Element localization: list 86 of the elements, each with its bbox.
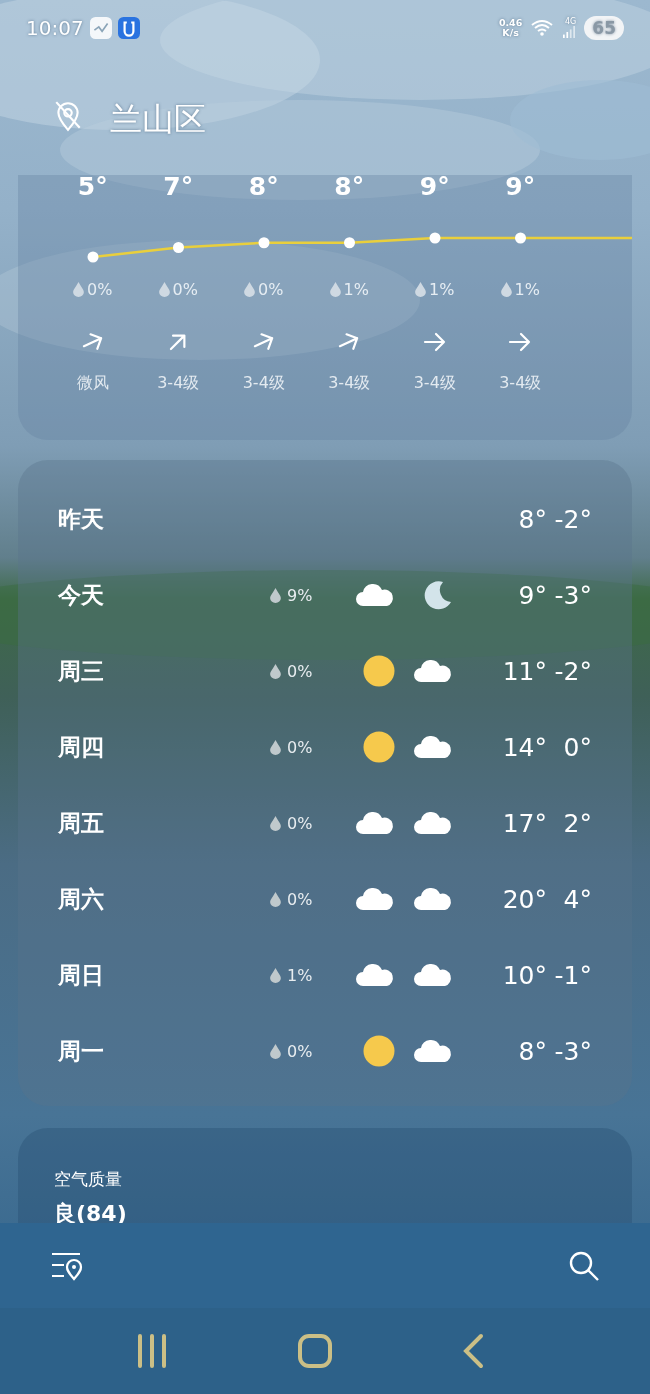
precipitation-chance: 0%	[287, 661, 313, 681]
cloud-icon	[355, 963, 395, 987]
hourly-temperature: 8°	[247, 173, 280, 201]
raindrop-icon	[270, 891, 281, 907]
sun-icon	[363, 1035, 395, 1067]
hourly-temperature: 9°	[418, 173, 451, 201]
raindrop-icon	[270, 815, 281, 831]
high-temperature: 14°	[501, 732, 547, 762]
raindrop-icon	[73, 281, 85, 297]
network-speed: 0.46 K/s	[498, 18, 523, 38]
low-temperature: -3°	[553, 1036, 592, 1066]
precipitation-chance: 0%	[287, 889, 313, 909]
low-temperature: -2°	[553, 504, 592, 534]
air-quality-label: 空气质量	[54, 1168, 122, 1191]
day-label: 昨天	[58, 504, 105, 534]
day-label: 今天	[58, 580, 105, 610]
precipitation-chance: 1%	[287, 965, 313, 985]
day-label: 周五	[58, 808, 105, 838]
cloud-icon	[413, 811, 453, 835]
cloud-icon	[413, 963, 453, 987]
low-temperature: 2°	[562, 808, 592, 838]
low-temperature: -3°	[553, 580, 592, 610]
battery-indicator: 65	[584, 16, 624, 40]
hourly-temperature: 7°	[162, 173, 195, 201]
high-temperature: 8°	[517, 504, 547, 534]
hourly-temperature: 5°	[76, 173, 109, 201]
signal-icon	[562, 26, 577, 38]
sun-icon	[363, 731, 395, 763]
precipitation-chance: 0%	[258, 279, 284, 299]
day-label: 周六	[58, 884, 105, 914]
wifi-icon	[530, 19, 555, 37]
raindrop-icon	[158, 281, 170, 297]
precipitation-chance: 1%	[514, 279, 540, 299]
sun-icon	[363, 655, 395, 687]
cloud-icon	[355, 583, 395, 607]
cloud-icon	[413, 887, 453, 911]
day-label: 周四	[58, 732, 105, 762]
wind-level: 3-4级	[241, 373, 286, 394]
precipitation-chance: 0%	[287, 1041, 313, 1061]
hourly-temperature: 9°	[504, 173, 537, 201]
location-off-icon	[54, 100, 82, 132]
wind-level: 3-4级	[498, 373, 543, 394]
raindrop-icon	[270, 967, 281, 983]
raindrop-icon	[270, 739, 281, 755]
wind-level: 3-4级	[412, 373, 457, 394]
raindrop-icon	[500, 281, 512, 297]
low-temperature: -2°	[553, 656, 592, 686]
raindrop-icon	[329, 281, 341, 297]
high-temperature: 9°	[517, 580, 547, 610]
moon-icon	[423, 580, 453, 610]
raindrop-icon	[244, 281, 256, 297]
precipitation-chance: 0%	[87, 279, 113, 299]
wind-level: 3-4级	[327, 373, 372, 394]
precipitation-chance: 0%	[287, 737, 313, 757]
high-temperature: 11°	[501, 656, 547, 686]
day-label: 周一	[58, 1036, 105, 1066]
cloud-icon	[413, 659, 453, 683]
low-temperature: -1°	[553, 960, 592, 990]
raindrop-icon	[270, 587, 281, 603]
location-title: 兰山区	[110, 100, 206, 138]
high-temperature: 20°	[501, 884, 547, 914]
high-temperature: 10°	[501, 960, 547, 990]
high-temperature: 8°	[517, 1036, 547, 1066]
precipitation-chance: 9%	[287, 585, 313, 605]
precipitation-chance: 0%	[287, 813, 313, 833]
cloud-icon	[355, 887, 395, 911]
day-label: 周日	[58, 960, 105, 990]
air-quality-value: 良(84)	[54, 1200, 127, 1228]
cloud-icon	[413, 735, 453, 759]
raindrop-icon	[270, 1043, 281, 1059]
wind-level: 3-4级	[156, 373, 201, 394]
high-temperature: 17°	[501, 808, 547, 838]
hourly-temperature: 8°	[333, 173, 366, 201]
raindrop-icon	[270, 663, 281, 679]
low-temperature: 0°	[562, 732, 592, 762]
precipitation-chance: 1%	[343, 279, 369, 299]
raindrop-icon	[415, 281, 427, 297]
cloud-icon	[413, 1039, 453, 1063]
day-label: 周三	[58, 656, 105, 686]
wind-level: 微风	[75, 373, 110, 394]
precipitation-chance: 0%	[172, 279, 198, 299]
low-temperature: 4°	[562, 884, 592, 914]
precipitation-chance: 1%	[429, 279, 455, 299]
network-type: 4G	[565, 18, 577, 26]
status-time: 10:07	[26, 16, 84, 40]
cloud-icon	[355, 811, 395, 835]
